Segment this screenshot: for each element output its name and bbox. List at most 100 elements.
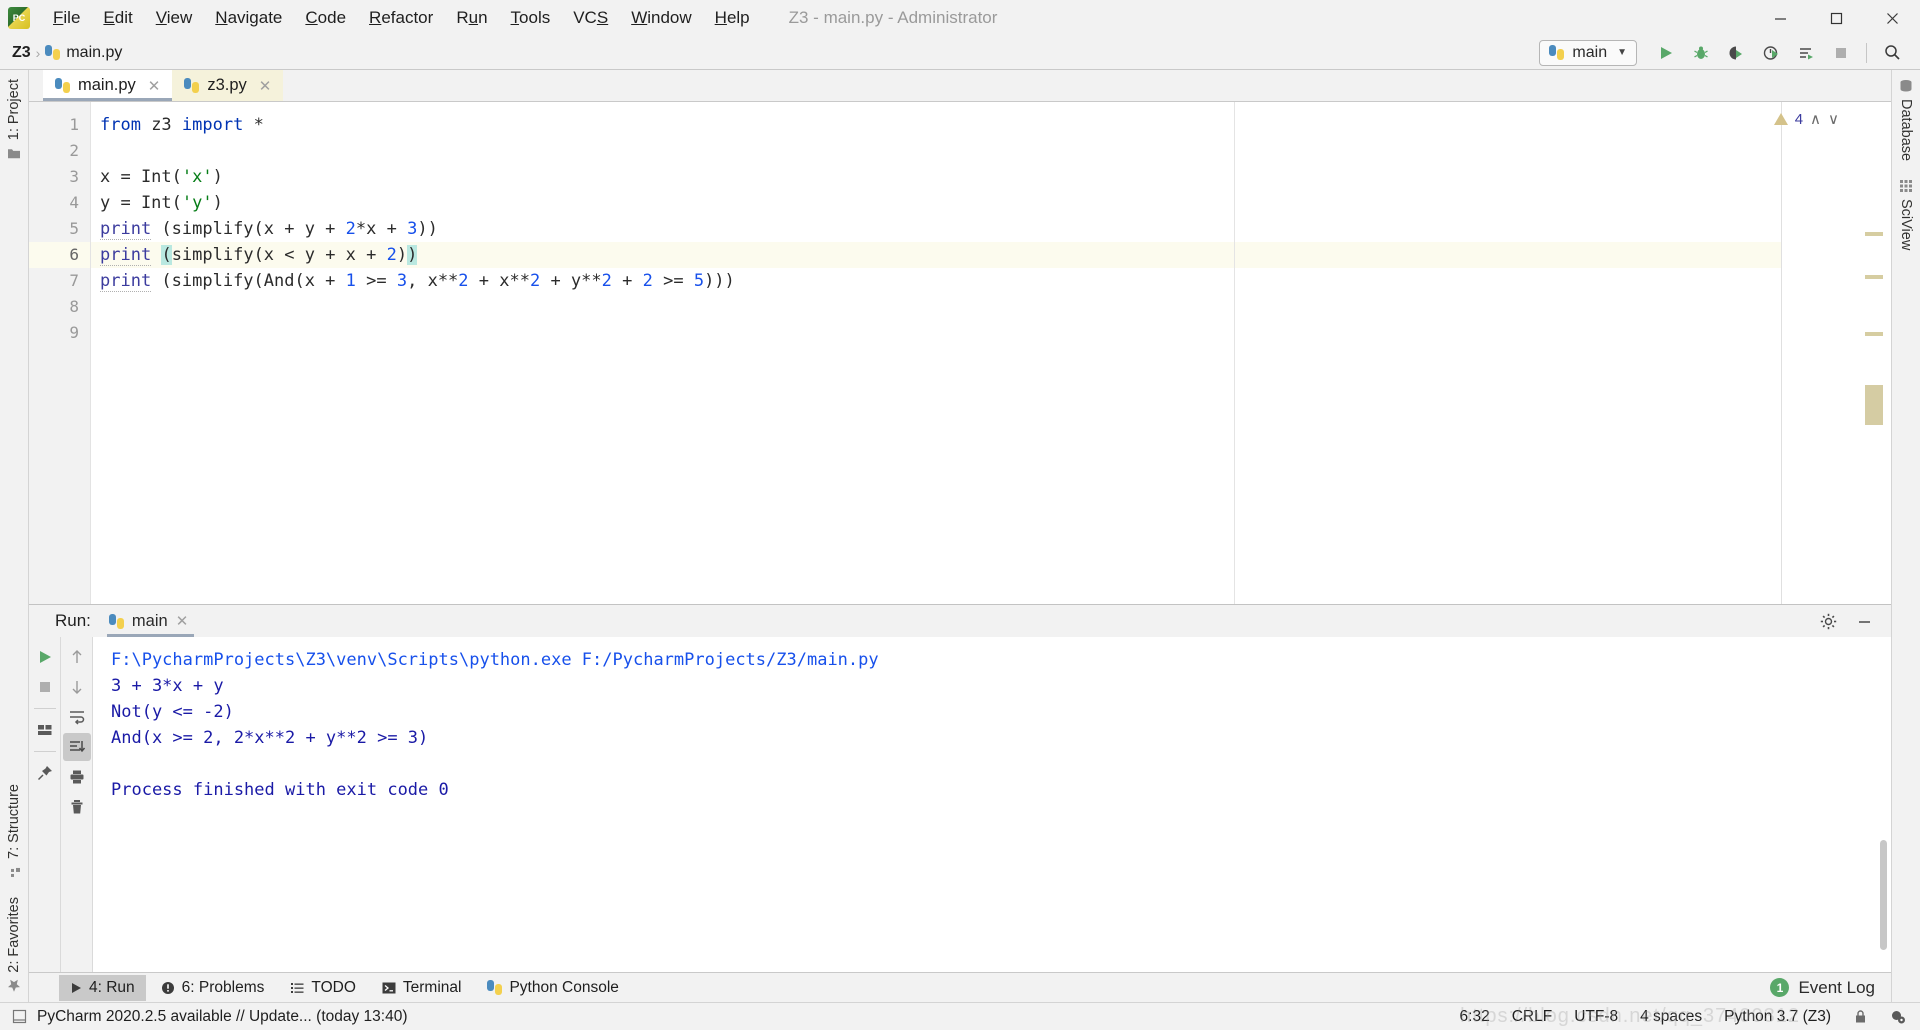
- code-line[interactable]: print (simplify(x < y + x + 2)): [91, 242, 1891, 268]
- menu-view[interactable]: View: [145, 3, 204, 33]
- line-number: 1: [69, 115, 79, 134]
- menu-run[interactable]: Run: [445, 3, 498, 33]
- star-icon: [7, 979, 21, 993]
- sidebar-item-sciview[interactable]: SciView: [1898, 170, 1914, 259]
- bottom-item-problems[interactable]: 6: Problems: [150, 975, 276, 1001]
- console-scrollbar[interactable]: [1880, 840, 1887, 950]
- stripe-marker-block[interactable]: [1865, 385, 1883, 425]
- sidebar-item-sciview-label: SciView: [1898, 199, 1914, 251]
- main-toolbar: main ▼: [1539, 38, 1914, 68]
- more-run-options-button[interactable]: [1790, 38, 1822, 68]
- up-the-stack-button[interactable]: [63, 643, 91, 671]
- notifications-icon[interactable]: [1890, 1009, 1906, 1025]
- code-line[interactable]: from z3 import *: [91, 112, 1891, 138]
- soft-wrap-button[interactable]: [63, 703, 91, 731]
- stop-process-button[interactable]: [31, 673, 59, 701]
- layout-button[interactable]: [31, 716, 59, 744]
- stripe-marker[interactable]: [1865, 332, 1883, 336]
- maximize-button[interactable]: [1808, 0, 1864, 36]
- menu-vcs[interactable]: VCS: [562, 3, 619, 33]
- run-tab-label: main: [131, 611, 168, 630]
- bottom-item-todo[interactable]: TODO: [279, 975, 367, 1001]
- sidebar-item-database[interactable]: Database: [1898, 70, 1914, 170]
- print-button[interactable]: [63, 763, 91, 791]
- minimize-button[interactable]: [1752, 0, 1808, 36]
- run-configuration-name: main: [1572, 43, 1608, 61]
- terminal-icon: [382, 982, 396, 993]
- menu-tools[interactable]: Tools: [500, 3, 562, 33]
- editor-tab-z3-py[interactable]: z3.py ✕: [172, 70, 284, 101]
- breadcrumb-project[interactable]: Z3: [12, 44, 31, 62]
- code-text-area[interactable]: from z3 import * x = Int('x') y = Int('y'…: [91, 102, 1891, 604]
- minimize-icon[interactable]: [1851, 608, 1877, 634]
- bottom-item-run[interactable]: 4: Run: [59, 974, 146, 1001]
- code-token: import: [181, 115, 244, 135]
- rerun-button[interactable]: [31, 643, 59, 671]
- menu-edit[interactable]: Edit: [92, 3, 143, 33]
- stripe-marker[interactable]: [1865, 275, 1883, 279]
- navigation-bar: Z3 › main.py main ▼: [0, 36, 1920, 70]
- clear-all-button[interactable]: [63, 793, 91, 821]
- bottom-item-python-console[interactable]: Python Console: [476, 975, 629, 1001]
- status-message[interactable]: PyCharm 2020.2.5 available // Update... …: [37, 1008, 408, 1026]
- toolbar-divider: [33, 708, 56, 709]
- editor-tab-main-py[interactable]: main.py ✕: [43, 70, 173, 101]
- toolbar-divider: [33, 751, 56, 752]
- left-tool-strip: 1: Project 7: Structure 2: Favorites: [0, 70, 29, 1002]
- menu-file[interactable]: File: [42, 3, 91, 33]
- close-button[interactable]: [1864, 0, 1920, 36]
- close-icon[interactable]: ✕: [259, 77, 272, 95]
- run-button[interactable]: [1650, 38, 1682, 68]
- profile-button[interactable]: [1755, 38, 1787, 68]
- code-line[interactable]: print (simplify(And(x + 1 >= 3, x**2 + x…: [91, 268, 1891, 294]
- code-line[interactable]: x = Int('x'): [91, 164, 1891, 190]
- sidebar-item-structure[interactable]: 7: Structure: [6, 775, 22, 888]
- chevron-up-icon[interactable]: ∧: [1810, 110, 1821, 128]
- search-everywhere-button[interactable]: [1876, 38, 1908, 68]
- event-log-badge: 1: [1770, 978, 1790, 997]
- close-icon[interactable]: ✕: [176, 612, 189, 630]
- bottom-item-terminal[interactable]: Terminal: [371, 975, 473, 1001]
- code-token: >=: [652, 271, 694, 291]
- debug-button[interactable]: [1685, 38, 1717, 68]
- code-token: ): [407, 245, 418, 265]
- sidebar-item-favorites[interactable]: 2: Favorites: [6, 888, 22, 1002]
- chevron-down-icon[interactable]: ∨: [1828, 110, 1839, 128]
- run-console-output[interactable]: F:\PycharmProjects\Z3\venv\Scripts\pytho…: [93, 637, 1891, 972]
- code-token: 'y': [181, 193, 213, 213]
- sidebar-item-structure-label: 7: Structure: [6, 784, 22, 860]
- event-log-label[interactable]: Event Log: [1798, 978, 1875, 998]
- menu-refactor[interactable]: Refactor: [358, 3, 444, 33]
- console-line: Process finished with exit code 0: [111, 780, 449, 800]
- gear-icon[interactable]: [1815, 608, 1841, 634]
- code-line[interactable]: y = Int('y'): [91, 190, 1891, 216]
- code-line[interactable]: [91, 294, 1891, 320]
- code-line[interactable]: [91, 320, 1891, 346]
- inspection-widget[interactable]: 4 ∧ ∨: [1773, 110, 1839, 128]
- console-line: F:\PycharmProjects\Z3\venv\Scripts\pytho…: [111, 650, 879, 670]
- close-icon[interactable]: ✕: [148, 77, 161, 95]
- run-tab-main[interactable]: main ✕: [106, 605, 195, 637]
- down-the-stack-button[interactable]: [63, 673, 91, 701]
- code-token: 2: [529, 271, 541, 291]
- menu-navigate[interactable]: Navigate: [204, 3, 293, 33]
- menu-help[interactable]: Help: [704, 3, 761, 33]
- stop-button[interactable]: [1825, 38, 1857, 68]
- window-controls: [1752, 0, 1920, 36]
- breadcrumb-file[interactable]: main.py: [45, 44, 122, 62]
- code-line[interactable]: print (simplify(x + y + 2*x + 3)): [91, 216, 1891, 242]
- scroll-to-end-button[interactable]: [62, 733, 91, 761]
- menu-code[interactable]: Code: [294, 3, 357, 33]
- pin-tab-button[interactable]: [31, 759, 59, 787]
- lock-icon[interactable]: [1853, 1009, 1868, 1024]
- code-editor[interactable]: 1 2 3 4 5 6 7 8 9 from z3 import * x = I…: [29, 102, 1891, 604]
- code-token: 3: [407, 219, 418, 239]
- run-configuration-selector[interactable]: main ▼: [1539, 39, 1637, 66]
- line-number: 2: [69, 141, 79, 160]
- run-with-coverage-button[interactable]: [1720, 38, 1752, 68]
- code-line[interactable]: [91, 138, 1891, 164]
- sidebar-item-project[interactable]: 1: Project: [6, 70, 22, 169]
- stripe-marker[interactable]: [1865, 232, 1883, 236]
- menu-window[interactable]: Window: [620, 3, 702, 33]
